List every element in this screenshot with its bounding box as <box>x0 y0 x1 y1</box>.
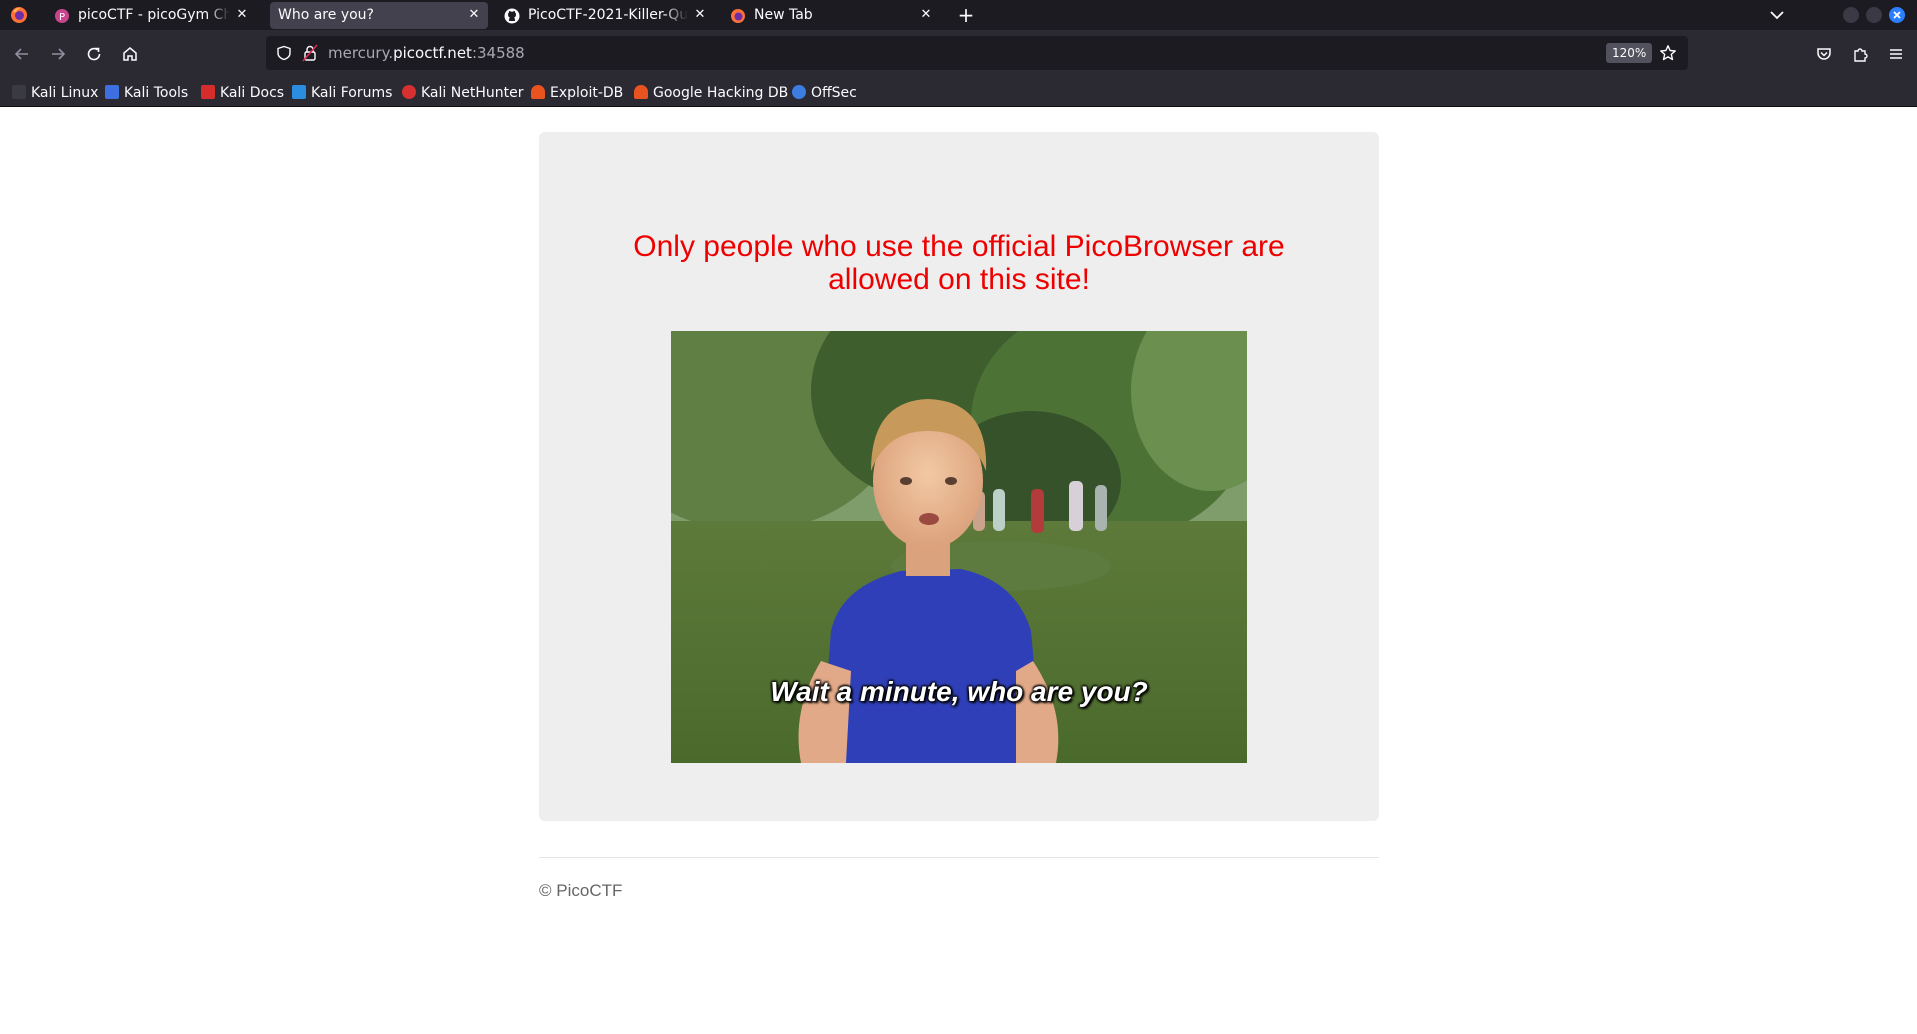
navigation-toolbar: mercury.picoctf.net:34588 120% <box>0 30 1917 79</box>
exploitdb-icon <box>531 85 545 99</box>
github-icon <box>504 8 520 24</box>
tab-picogym[interactable]: P picoCTF - picoGym Challenges ✕ <box>46 2 256 29</box>
kali-tools-icon <box>105 85 119 99</box>
picoctf-icon: P <box>55 9 69 23</box>
url-domain: picoctf.net <box>393 44 472 62</box>
bookmark-label: Kali Linux <box>31 85 99 101</box>
tab-title: picoCTF - picoGym Challenges <box>78 7 230 23</box>
bookmark-label: Kali Forums <box>311 85 393 101</box>
close-icon <box>1893 11 1901 19</box>
tab-github[interactable]: PicoCTF-2021-Killer-Queen ✕ <box>496 2 714 29</box>
reload-button[interactable] <box>80 40 108 68</box>
jumbotron: Only people who use the official PicoBro… <box>539 132 1379 821</box>
page-viewport: Only people who use the official PicoBro… <box>0 108 1917 1034</box>
close-icon[interactable]: ✕ <box>466 7 482 23</box>
bookmark-kali-docs[interactable]: Kali Docs <box>201 83 284 103</box>
meme-caption: Wait a minute, who are you? <box>770 676 1148 707</box>
pocket-button[interactable] <box>1810 40 1838 68</box>
kali-forums-icon <box>292 85 306 99</box>
ghdb-icon <box>634 85 648 99</box>
back-button[interactable] <box>8 40 36 68</box>
footer-divider <box>539 857 1379 858</box>
bookmark-kali-linux[interactable]: Kali Linux <box>12 83 98 103</box>
url-subdomain: mercury. <box>328 44 394 62</box>
bookmark-offsec[interactable]: OffSec <box>792 83 857 103</box>
bookmark-kali-nethunter[interactable]: Kali NetHunter <box>402 83 523 103</box>
forward-button[interactable] <box>44 40 72 68</box>
close-icon[interactable]: ✕ <box>234 7 250 23</box>
app-menu-button[interactable] <box>1882 40 1910 68</box>
arrow-left-icon <box>14 48 28 60</box>
minimize-button[interactable] <box>1843 7 1859 23</box>
bookmark-label: Kali NetHunter <box>421 85 524 101</box>
bookmark-label: OffSec <box>811 85 857 101</box>
page-headline: Only people who use the official PicoBro… <box>633 230 1285 296</box>
window-close-button[interactable] <box>1889 7 1905 23</box>
chevron-down-icon[interactable] <box>1766 4 1788 26</box>
url-text[interactable]: mercury.picoctf.net:34588 <box>328 44 525 62</box>
firefox-menu-icon[interactable] <box>10 6 28 24</box>
bookmark-google-hacking-db[interactable]: Google Hacking DB <box>634 83 788 103</box>
maximize-button[interactable] <box>1866 7 1882 23</box>
url-port: :34588 <box>471 44 525 62</box>
bookmark-kali-forums[interactable]: Kali Forums <box>292 83 392 103</box>
home-icon <box>123 47 137 61</box>
address-bar[interactable]: mercury.picoctf.net:34588 120% <box>266 36 1688 70</box>
meme-image: Wait a minute, who are you? <box>671 331 1247 763</box>
svg-text:P: P <box>59 12 65 23</box>
tab-new-tab[interactable]: New Tab ✕ <box>722 2 940 29</box>
home-button[interactable] <box>116 40 144 68</box>
puzzle-icon <box>1854 48 1868 62</box>
bookmark-label: Exploit-DB <box>550 85 624 101</box>
footer-copyright: © PicoCTF <box>539 881 623 900</box>
nethunter-icon <box>402 85 416 99</box>
tab-title: PicoCTF-2021-Killer-Queen <box>528 7 688 23</box>
tab-bar: P picoCTF - picoGym Challenges ✕ Who are… <box>0 0 1917 30</box>
offsec-icon <box>792 85 806 99</box>
tab-title: Who are you? <box>278 7 374 23</box>
tab-title: New Tab <box>754 7 813 23</box>
extensions-button[interactable] <box>1846 40 1874 68</box>
kali-docs-icon <box>201 85 215 99</box>
bookmark-kali-tools[interactable]: Kali Tools <box>105 83 188 103</box>
bookmark-exploit-db[interactable]: Exploit-DB <box>531 83 623 103</box>
bookmarks-toolbar: Kali Linux Kali Tools Kali Docs Kali For… <box>0 79 1917 107</box>
firefox-icon <box>731 9 745 23</box>
arrow-right-icon <box>52 48 66 60</box>
hamburger-menu-icon <box>1890 49 1902 59</box>
bookmark-label: Kali Tools <box>124 85 189 101</box>
zoom-reset-button[interactable]: 120% <box>1606 43 1653 63</box>
shield-icon[interactable] <box>276 45 292 61</box>
close-icon[interactable]: ✕ <box>918 7 934 23</box>
bookmark-label: Kali Docs <box>220 85 285 101</box>
star-icon[interactable] <box>1659 44 1677 62</box>
bookmark-label: Google Hacking DB <box>653 85 789 101</box>
pocket-icon <box>1817 48 1831 60</box>
tab-who-are-you[interactable]: Who are you? ✕ <box>270 2 488 29</box>
insecure-lock-icon[interactable] <box>302 44 318 62</box>
kali-dragon-icon <box>12 85 26 99</box>
new-tab-button[interactable]: + <box>953 2 979 28</box>
reload-icon <box>87 47 101 61</box>
close-icon[interactable]: ✕ <box>692 7 708 23</box>
